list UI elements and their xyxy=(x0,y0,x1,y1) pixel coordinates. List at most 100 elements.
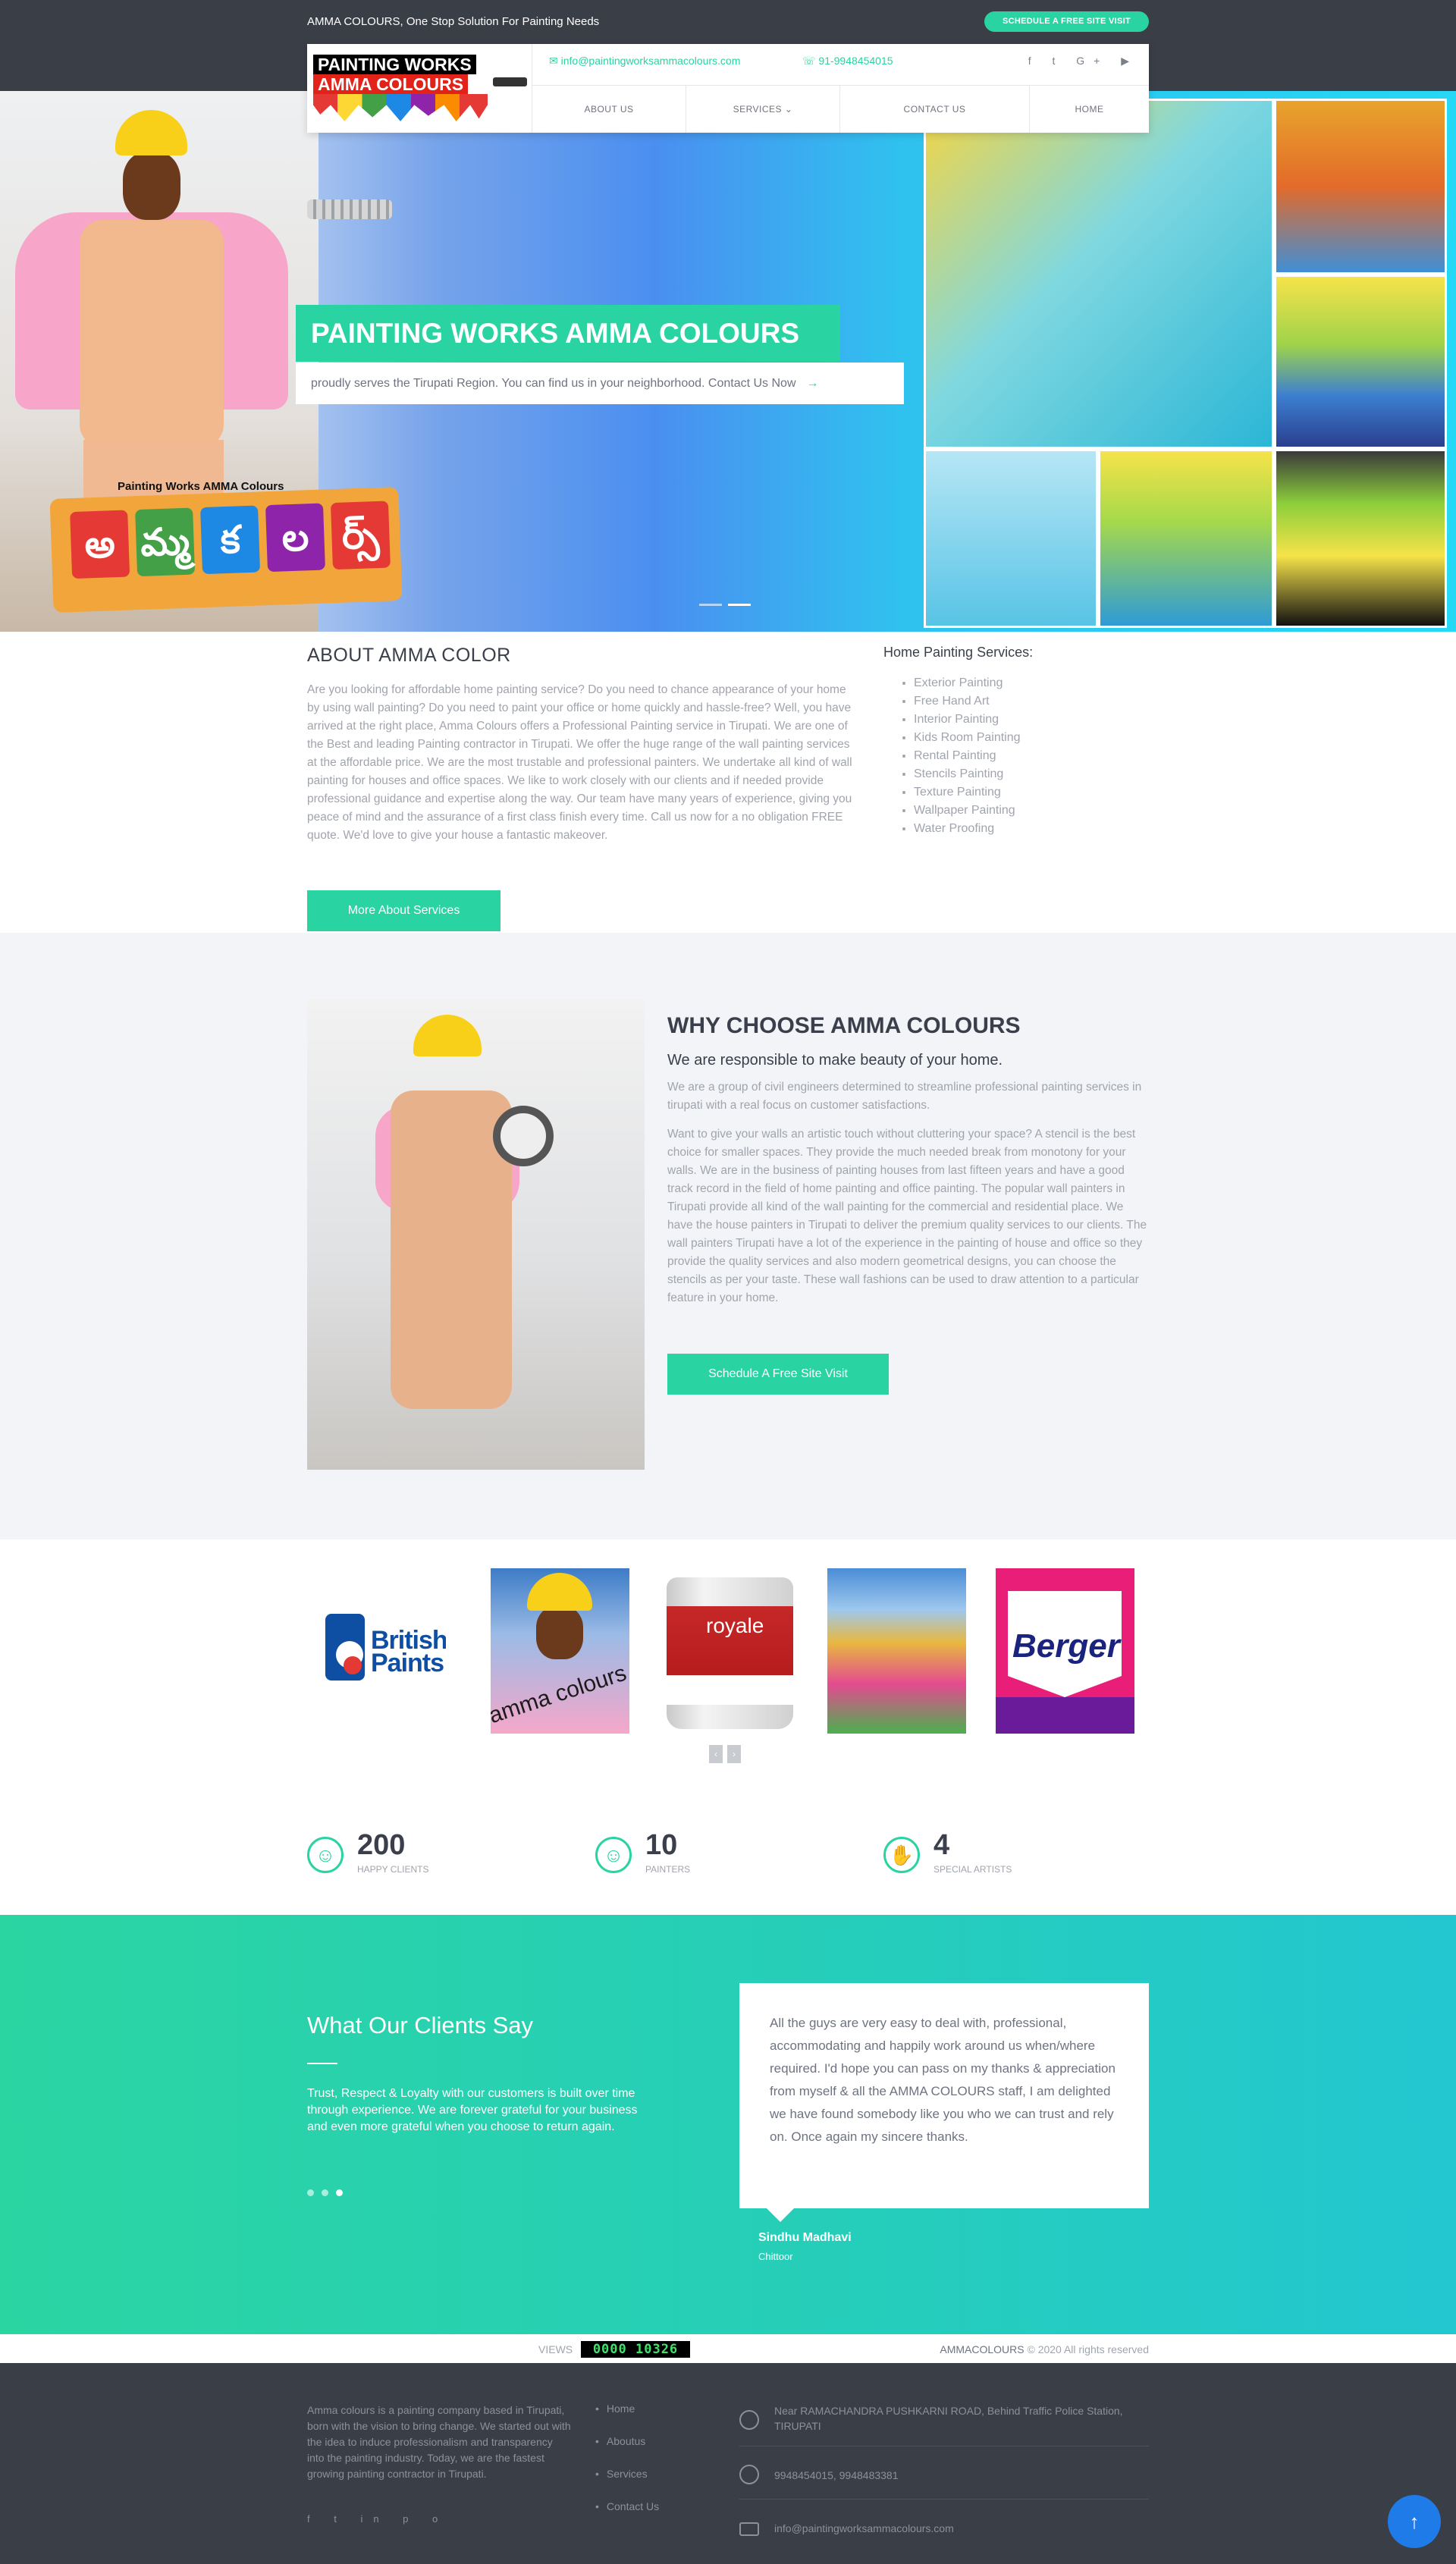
schedule-visit-button-2[interactable]: Schedule A Free Site Visit xyxy=(667,1354,889,1395)
painter-sanding-photo xyxy=(307,1000,645,1470)
footer-about: Amma colours is a painting company based… xyxy=(307,2404,571,2480)
royale-paint-can[interactable]: royale xyxy=(661,1568,799,1734)
logo-line-1: PAINTING WORKS xyxy=(313,55,476,74)
counter-label: PAINTERS xyxy=(645,1864,691,1875)
footer-phone-row: 9948454015, 9948483381 xyxy=(739,2446,1149,2500)
artist-hands-icon: ✋ xyxy=(883,1837,920,1873)
service-item: Stencils Painting xyxy=(914,765,1149,783)
collage-tile xyxy=(1098,449,1274,628)
why-text: Want to give your walls an artistic touc… xyxy=(667,1128,1147,1304)
about-text: Are you looking for affordable home pain… xyxy=(307,683,852,842)
royale-text: royale xyxy=(706,1614,764,1637)
amma-colours-text: amma colours xyxy=(491,1660,629,1729)
social-icons[interactable]: f t G+ ▶ xyxy=(1028,55,1138,67)
service-item: Exterior Painting xyxy=(914,674,1149,692)
logo-line-2: AMMA COLOURS xyxy=(313,74,469,94)
helmet-shape xyxy=(115,110,187,155)
helmet-shape xyxy=(527,1573,592,1611)
testimonial-quote: All the guys are very easy to deal with,… xyxy=(739,1983,1149,2222)
envelope-icon xyxy=(739,2522,759,2536)
smile-icon: ☺ xyxy=(307,1837,344,1873)
copyright-text: © 2020 All rights reserved xyxy=(1024,2343,1149,2355)
views-label: VIEWS xyxy=(538,2343,573,2355)
service-item: Wallpaper Painting xyxy=(914,802,1149,820)
footer-address-row: Near RAMACHANDRA PUSHKARNI ROAD, Behind … xyxy=(739,2392,1149,2446)
why-choose-section: WHY CHOOSE AMMA COLOURS We are responsib… xyxy=(0,933,1456,1539)
nav-home[interactable]: HOME xyxy=(1030,86,1149,133)
service-item: Free Hand Art xyxy=(914,692,1149,711)
slider-dot[interactable] xyxy=(699,604,722,606)
hero-subtitle-link[interactable]: proudly serves the Tirupati Region. You … xyxy=(296,362,904,404)
service-item: Water Proofing xyxy=(914,820,1149,838)
footer-phones[interactable]: 9948454015, 9948483381 xyxy=(774,2468,899,2483)
chevron-left-icon[interactable]: ‹ xyxy=(709,1745,723,1763)
carousel-arrows: ‹ › xyxy=(709,1745,741,1763)
berger-logo[interactable]: Berger xyxy=(996,1568,1134,1734)
schedule-visit-button[interactable]: SCHEDULE A FREE SITE VISIT xyxy=(984,11,1149,32)
email-link[interactable]: ✉ info@paintingworksammacolours.com xyxy=(549,55,740,67)
phone-link[interactable]: ☏ 91-9948454015 xyxy=(802,55,893,67)
berger-stripe xyxy=(996,1697,1134,1734)
testimonial-dot-active[interactable] xyxy=(336,2189,343,2196)
nav-contact[interactable]: CONTACT US xyxy=(840,86,1030,133)
helmet-shape xyxy=(413,1015,482,1056)
collage-tile xyxy=(924,449,1098,628)
painted-house-photo[interactable] xyxy=(827,1568,966,1734)
testimonials-section: What Our Clients Say Trust, Respect & Lo… xyxy=(0,1915,1456,2334)
collage-tile xyxy=(1274,99,1447,275)
amma-colours-photo[interactable]: amma colours xyxy=(491,1568,629,1734)
service-item: Rental Painting xyxy=(914,747,1149,765)
phone-text: 91-9948454015 xyxy=(818,55,893,67)
footer-link-services[interactable]: Services xyxy=(595,2468,659,2480)
why-title: WHY CHOOSE AMMA COLOURS xyxy=(667,1013,1021,1038)
sign-letter: ల xyxy=(265,503,326,573)
berger-text: Berger xyxy=(1012,1627,1120,1665)
chevron-right-icon[interactable]: › xyxy=(727,1745,741,1763)
contact-bar: ✉ info@paintingworksammacolours.com ☏ 91… xyxy=(532,44,1149,86)
footer-link-home[interactable]: Home xyxy=(595,2402,659,2415)
views-bar: VIEWS 0000 10326 AMMACOLOURS © 2020 All … xyxy=(0,2334,1456,2363)
copyright-brand: AMMACOLOURS xyxy=(940,2343,1025,2355)
footer-link-contact[interactable]: Contact Us xyxy=(595,2500,659,2512)
testimonial-dots xyxy=(307,2189,343,2196)
service-item: Texture Painting xyxy=(914,783,1149,802)
nav-about[interactable]: ABOUT US xyxy=(532,86,686,133)
british-paints-logo[interactable]: British Paints xyxy=(307,1568,446,1734)
collage-tile xyxy=(924,99,1274,449)
map-pin-icon xyxy=(739,2410,759,2430)
testimonial-dot[interactable] xyxy=(307,2189,314,2196)
scroll-to-top-button[interactable]: ↑ xyxy=(1388,2495,1441,2548)
testimonials-title: What Our Clients Say xyxy=(307,2012,534,2038)
painter-face-icon: ☺ xyxy=(595,1837,632,1873)
british-paints-text: British Paints xyxy=(371,1626,446,1677)
nav-services[interactable]: SERVICES ⌄ xyxy=(686,86,840,133)
footer-link-aboutus[interactable]: Aboutus xyxy=(595,2435,659,2447)
testimonials-intro: Trust, Respect & Loyalty with our custom… xyxy=(307,2087,638,2133)
footer-social-icons[interactable]: f t in p o xyxy=(307,2513,448,2525)
face-shape xyxy=(536,1606,583,1659)
slider-dots xyxy=(699,604,751,606)
wall-art-collage xyxy=(924,99,1447,628)
about-section: ABOUT AMMA COLOR Are you looking for aff… xyxy=(307,645,1149,931)
testimonial-dot[interactable] xyxy=(322,2189,328,2196)
sign-letter: మ్మ xyxy=(135,507,196,577)
why-subtitle: We are responsible to make beauty of you… xyxy=(667,1052,1003,1069)
footer-email[interactable]: info@paintingworksammacolours.com xyxy=(774,2521,954,2536)
hero-slider: Painting Works AMMA Colours అ మ్మ క ల ర్… xyxy=(0,91,1456,632)
sign-letter: క xyxy=(200,505,261,575)
title-underline xyxy=(307,2063,337,2064)
sign-letter: అ xyxy=(70,510,130,579)
more-services-button[interactable]: More About Services xyxy=(307,890,500,931)
why-intro: We are a group of civil engineers determ… xyxy=(667,1081,1142,1112)
footer-address: Near RAMACHANDRA PUSHKARNI ROAD, Behind … xyxy=(774,2405,1123,2432)
hero-title: PAINTING WORKS AMMA COLOURS xyxy=(296,305,840,362)
stats-counters: ☺ 200 HAPPY CLIENTS ☺ 10 PAINTERS ✋ 4 SP… xyxy=(307,1826,1149,1879)
testimonial-author: Sindhu Madhavi xyxy=(758,2231,852,2244)
vest-shape xyxy=(80,220,224,447)
slider-dot-active[interactable] xyxy=(728,604,751,606)
copyright: AMMACOLOURS © 2020 All rights reserved xyxy=(940,2343,1149,2355)
counter-number: 200 xyxy=(357,1829,406,1861)
tagline: AMMA COLOURS, One Stop Solution For Pain… xyxy=(307,15,600,28)
footer-links: Home Aboutus Services Contact Us xyxy=(595,2402,659,2533)
logo[interactable]: PAINTING WORKS AMMA COLOURS xyxy=(307,44,532,133)
